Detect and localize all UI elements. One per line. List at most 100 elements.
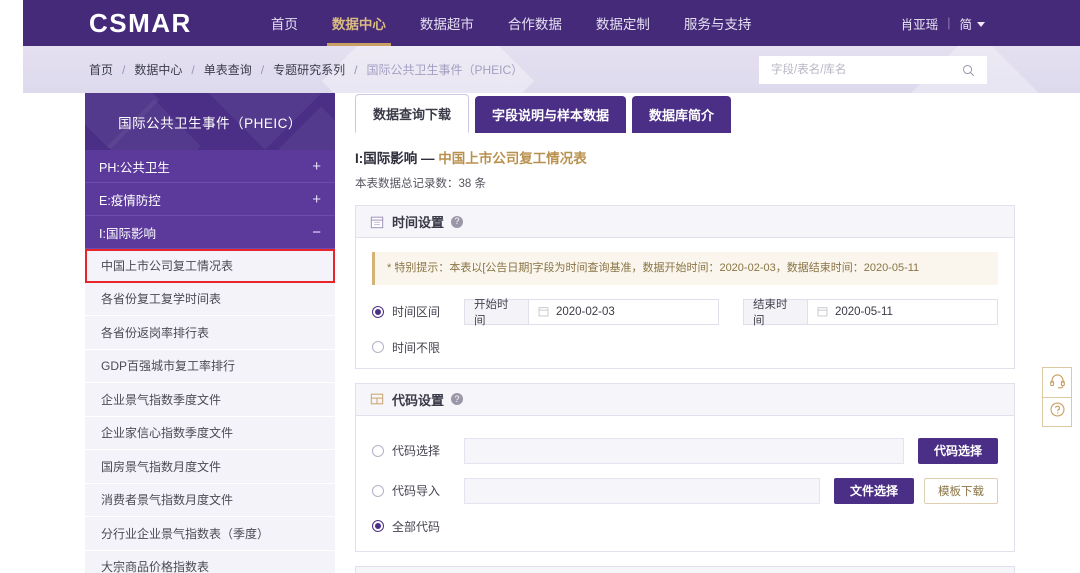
list-item[interactable]: 大宗商品价格指数表 [85,550,335,573]
code-import-input[interactable] [464,477,820,504]
sidebar-item-label: 消费者景气指数月度文件 [101,493,234,508]
code-select-radio[interactable] [372,444,384,457]
tab-field-description[interactable]: 字段说明与样本数据 [475,96,627,133]
sidebar-item-label: 各省份复工复学时间表 [101,292,222,307]
sidebar-item-label: 企业家信心指数季度文件 [101,426,234,441]
time-range-tip: * 特别提示：本表以[公告日期]字段为时间查询基准，数据开始时间：2020-02… [372,252,998,285]
calendar-icon [817,306,828,317]
sidebar-item-label: GDP百强城市复工率排行 [101,359,236,374]
file-select-button[interactable]: 文件选择 [833,477,914,504]
breadcrumb-item-0[interactable]: 首页 [89,61,113,78]
time-settings-header: 时间设置 ? [356,206,1014,238]
search-input[interactable] [759,56,962,84]
breadcrumb: 首页 / 数据中心 / 单表查询 / 专题研究系列 / 国际公共卫生事件（PHE… [89,46,523,93]
time-range-row: 时间区间 开始时间 2020-02-03 结束时间 2020-05-11 [372,298,998,327]
time-unlimited-radio[interactable] [372,341,384,353]
tab-data-query-download[interactable]: 数据查询下载 [355,94,470,133]
sidebar-item-label: 国房景气指数月度文件 [101,459,222,474]
breadcrumb-separator: / [354,62,358,77]
plus-icon[interactable]: + [312,192,321,207]
code-select-input[interactable] [464,437,904,464]
field-settings-panel: 字段设置 ? 字段说明 [355,565,1015,573]
nav-item-data-center[interactable]: 数据中心 [315,0,403,46]
list-item[interactable]: 企业景气指数季度文件 [85,383,335,417]
code-import-label[interactable]: 代码导入 [392,482,440,499]
time-unlimited-label[interactable]: 时间不限 [392,339,440,356]
customer-service-button[interactable] [1043,368,1071,397]
time-range-radio[interactable] [372,305,384,318]
nav-divider: | [947,16,951,30]
code-import-radio[interactable] [372,484,384,497]
sidebar-group-label: PH:公共卫生 [99,160,170,175]
sidebar-group-epidemic-control[interactable]: E:疫情防控 + [85,183,335,216]
nav-user-area: 肖亚瑶 | 简 [901,14,985,33]
global-search [759,56,987,84]
sidebar-title: 国际公共卫生事件（PHEIC） [118,115,302,131]
code-select-button[interactable]: 代码选择 [917,437,998,464]
start-date-input[interactable]: 2020-02-03 [527,298,719,325]
sidebar-header: 国际公共卫生事件（PHEIC） [85,93,335,150]
code-import-option: 代码导入 [372,482,464,499]
code-all-label[interactable]: 全部代码 [392,518,440,535]
start-date-group: 开始时间 2020-02-03 [464,298,719,327]
end-date-input[interactable]: 2020-05-11 [806,298,998,325]
sidebar-group-international-impact[interactable]: I:国际影响 − [85,216,335,249]
help-icon[interactable]: ? [451,393,464,405]
code-settings-body: 代码选择 代码选择 代码导入 文件选择 模板下载 全部代码 [356,416,1014,551]
list-item[interactable]: 分行业企业景气指数表（季度） [85,517,335,551]
main-menu: 首页 数据中心 数据超市 合作数据 数据定制 服务与支持 [254,0,769,46]
sidebar-item-label: 企业景气指数季度文件 [101,392,222,407]
code-all-radio[interactable] [372,520,384,532]
table-title-row: I:国际影响 — 中国上市公司复工情况表 本表数据总记录数：38 条 [355,147,1015,191]
question-mark-icon [1049,401,1066,423]
sidebar-item-label: 大宗商品价格指数表 [101,560,210,573]
nav-item-data-customization[interactable]: 数据定制 [579,0,667,46]
help-icon[interactable]: ? [451,215,464,228]
help-button[interactable] [1043,397,1071,426]
tab-database-intro[interactable]: 数据库简介 [632,96,732,133]
nav-item-service-support[interactable]: 服务与支持 [667,0,769,46]
sidebar-item-resumption-table[interactable]: 中国上市公司复工情况表 [85,249,335,283]
list-item[interactable]: GDP百强城市复工率排行 [85,349,335,383]
time-range-label[interactable]: 时间区间 [392,303,440,320]
list-item[interactable]: 国房景气指数月度文件 [85,450,335,484]
breadcrumb-item-current: 国际公共卫生事件（PHEIC） [366,63,524,77]
breadcrumb-item-1[interactable]: 数据中心 [134,61,182,78]
code-select-row: 代码选择 代码选择 [372,437,998,464]
search-icon[interactable] [962,64,975,77]
code-import-row: 代码导入 文件选择 模板下载 [372,477,998,504]
list-item[interactable]: 企业家信心指数季度文件 [85,416,335,450]
breadcrumb-separator: / [260,62,265,77]
list-item[interactable]: 各省份复工复学时间表 [85,282,335,316]
sidebar-group-public-health[interactable]: PH:公共卫生 + [85,150,335,183]
top-navigation-bar: CSMAR 首页 数据中心 数据超市 合作数据 数据定制 服务与支持 肖亚瑶 |… [23,0,1080,46]
page-title-name: 中国上市公司复工情况表 [438,151,587,166]
csmar-logo[interactable]: CSMAR [89,8,192,39]
plus-icon[interactable]: + [312,159,321,174]
sidebar-item-label: 中国上市公司复工情况表 [101,259,234,274]
page-root: CSMAR 首页 数据中心 数据超市 合作数据 数据定制 服务与支持 肖亚瑶 |… [0,0,1080,573]
breadcrumb-item-2[interactable]: 单表查询 [204,61,252,78]
nav-item-data-market[interactable]: 数据超市 [403,0,491,46]
sidebar-item-label: 各省份返岗率排行表 [101,325,210,340]
code-all-row: 全部代码 [372,518,998,535]
sidebar-item-label: 分行业企业景气指数表（季度） [101,526,270,541]
minus-icon[interactable]: − [312,225,321,240]
nav-item-home[interactable]: 首页 [254,0,315,46]
nav-item-partner-data[interactable]: 合作数据 [491,0,579,46]
template-download-button[interactable]: 模板下载 [924,477,998,504]
code-settings-header: 代码设置 ? [356,383,1014,416]
code-select-label[interactable]: 代码选择 [392,442,440,459]
field-settings-header: 字段设置 ? 字段说明 [356,566,1014,573]
user-name[interactable]: 肖亚瑶 [901,14,939,33]
record-count: 本表数据总记录数：38 条 [355,178,486,190]
breadcrumb-separator: / [122,62,126,77]
sidebar-group-label: I:国际影响 [99,226,156,241]
floating-toolbar [1042,367,1072,427]
list-item[interactable]: 消费者景气指数月度文件 [85,483,335,517]
language-switcher[interactable]: 简 [959,14,985,33]
list-item[interactable]: 各省份返岗率排行表 [85,316,335,350]
breadcrumb-item-3[interactable]: 专题研究系列 [273,61,345,78]
calendar-icon [538,306,549,317]
chevron-down-icon [977,21,985,27]
